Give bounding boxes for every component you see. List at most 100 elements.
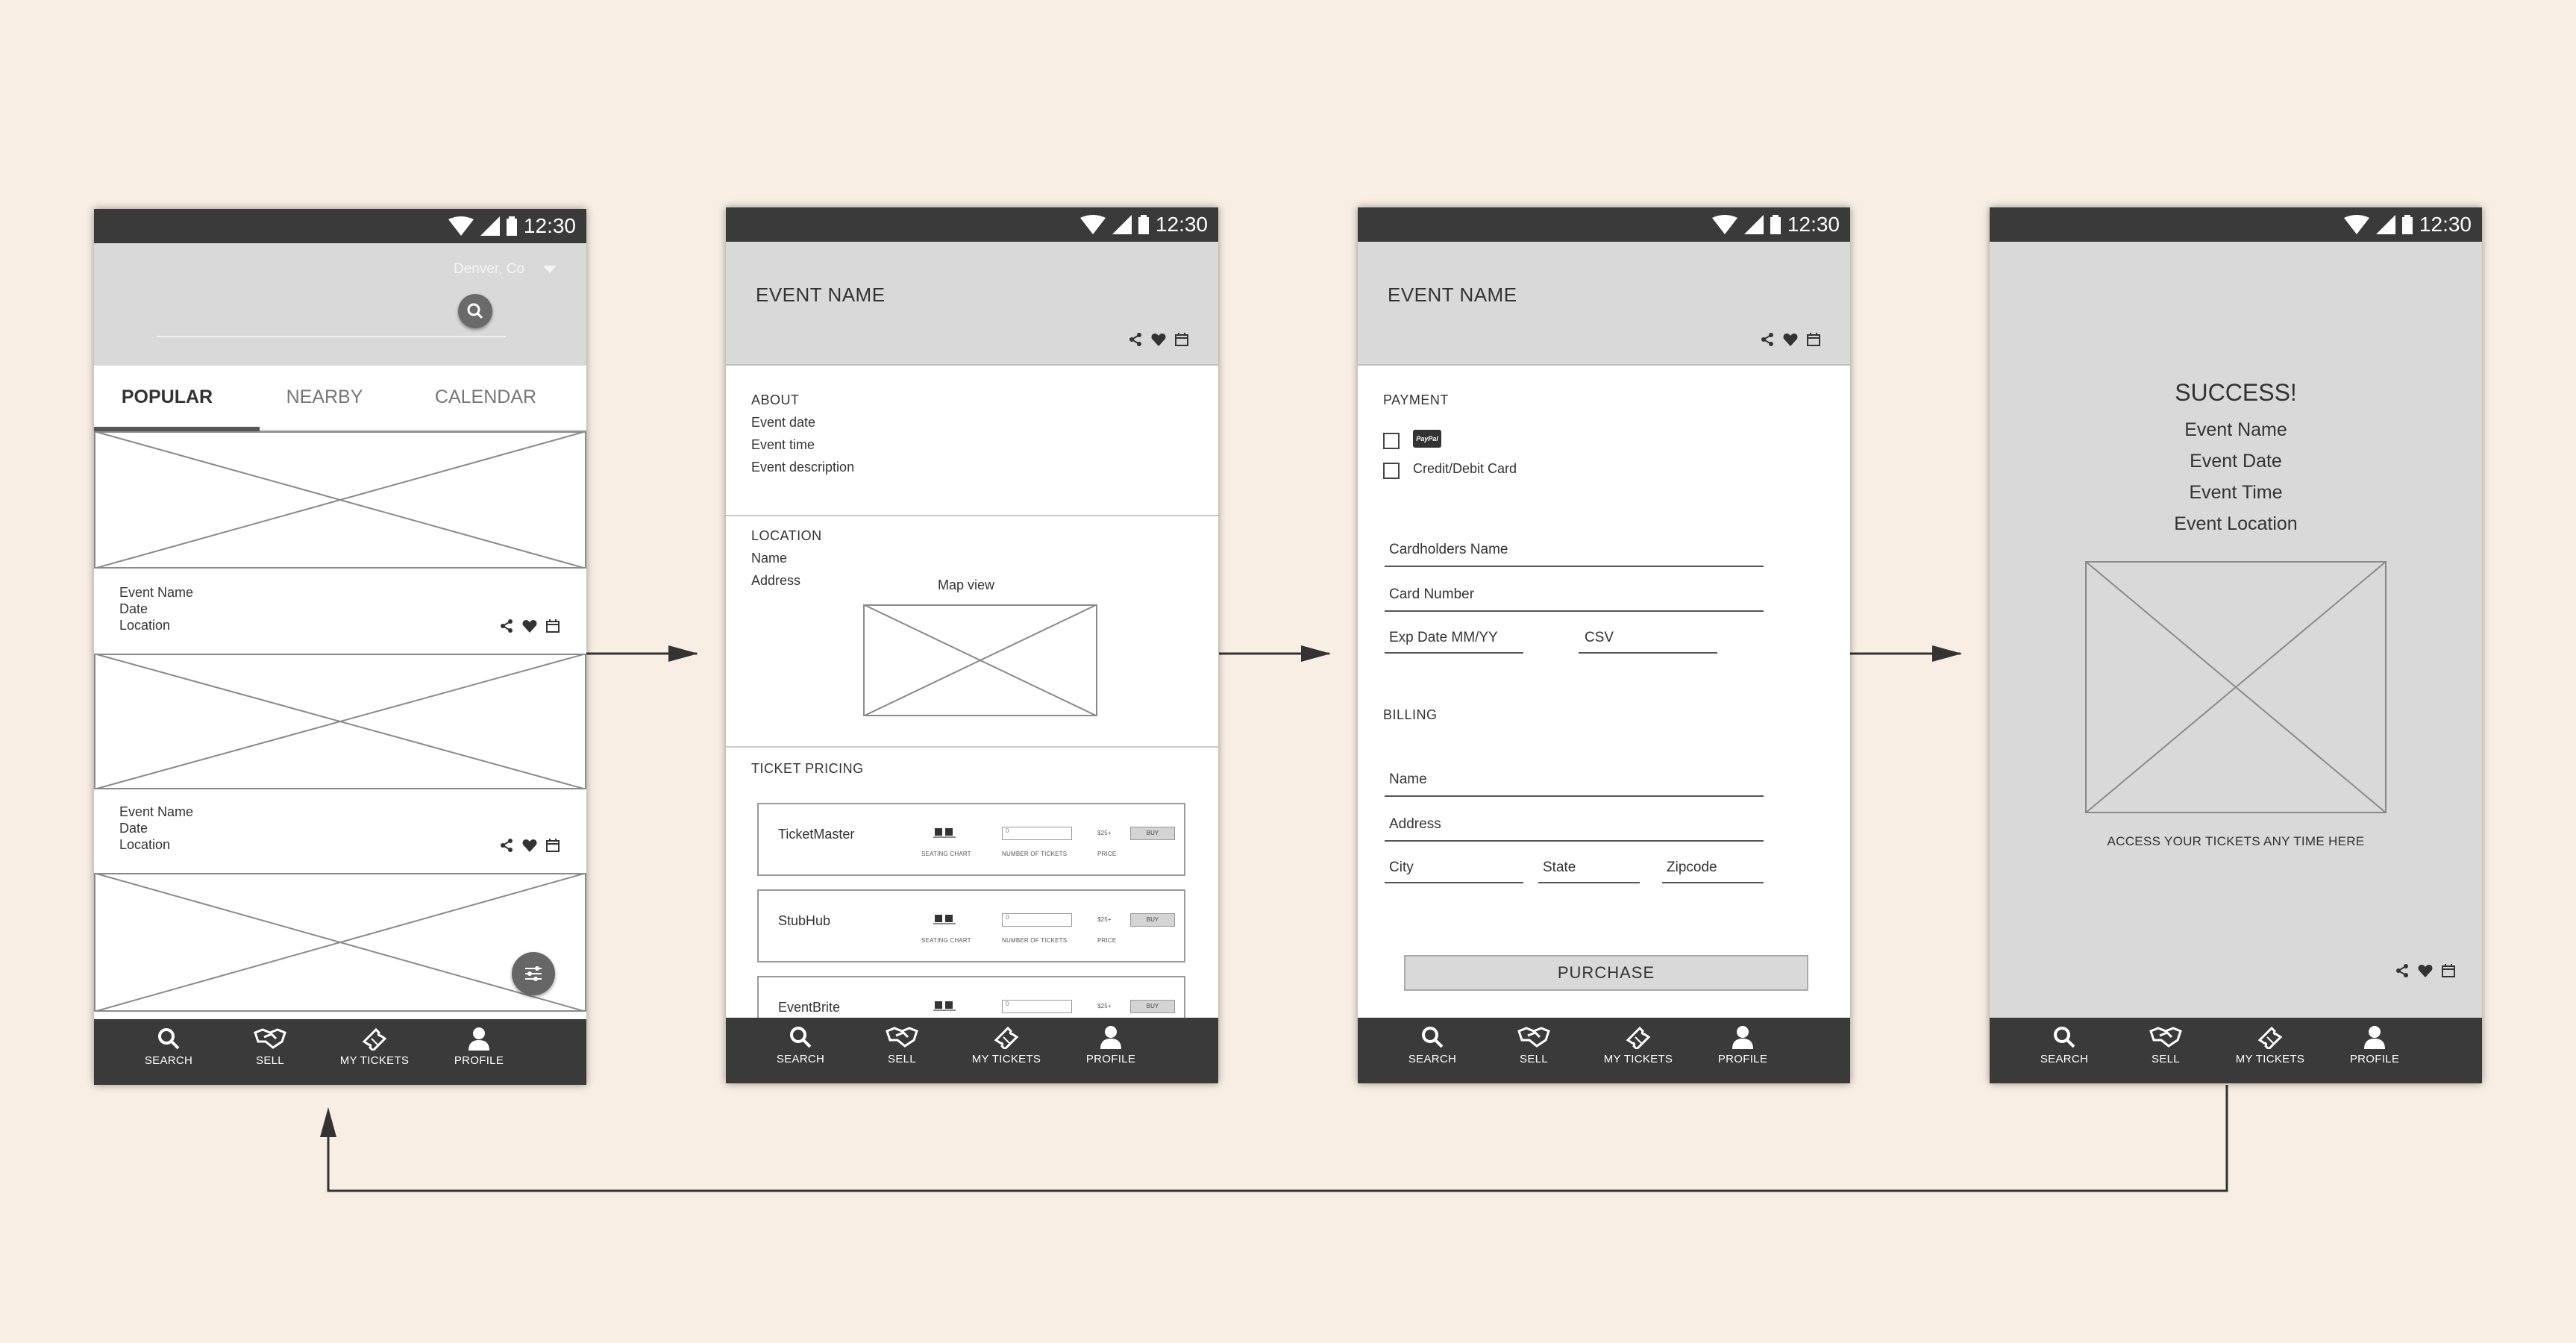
buy-button[interactable]: BUY bbox=[1130, 827, 1175, 840]
nav-profile[interactable]: PROFILE bbox=[1059, 1025, 1163, 1065]
share-icon[interactable] bbox=[2395, 964, 2409, 977]
share-icon[interactable] bbox=[500, 619, 513, 633]
filter-button[interactable] bbox=[512, 952, 555, 995]
ticket-count-input[interactable]: 0 bbox=[1002, 827, 1072, 840]
map-label: Map view bbox=[938, 577, 995, 592]
location-select[interactable]: Denver, Co bbox=[454, 261, 524, 278]
nav-my-tickets[interactable]: MY TICKETS bbox=[2218, 1025, 2322, 1065]
wifi-icon bbox=[448, 216, 474, 236]
field-underline bbox=[1385, 795, 1764, 797]
nav-label: MY TICKETS bbox=[339, 1054, 410, 1067]
access-tickets-link[interactable]: ACCESS YOUR TICKETS ANY TIME HERE bbox=[1990, 834, 2482, 849]
success-title: SUCCESS! bbox=[2175, 379, 2297, 406]
share-icon[interactable] bbox=[1129, 333, 1142, 346]
buy-button[interactable]: BUY bbox=[1130, 1000, 1175, 1013]
card-number-field[interactable]: Card Number bbox=[1389, 586, 1474, 603]
buy-button[interactable]: BUY bbox=[1130, 913, 1175, 927]
billing-name-field[interactable]: Name bbox=[1389, 771, 1427, 788]
nav-profile[interactable]: PROFILE bbox=[1690, 1025, 1795, 1065]
search-button[interactable] bbox=[458, 294, 492, 328]
share-icon[interactable] bbox=[500, 839, 513, 852]
nav-search[interactable]: SEARCH bbox=[116, 1027, 221, 1067]
nav-my-tickets[interactable]: MY TICKETS bbox=[322, 1027, 427, 1067]
about-line: Event time bbox=[751, 437, 815, 452]
seller-name: StubHub bbox=[778, 913, 831, 928]
tab-bar: POPULAR NEARBY CALENDAR bbox=[94, 366, 586, 431]
nav-my-tickets[interactable]: MY TICKETS bbox=[954, 1025, 1059, 1065]
calendar-icon[interactable] bbox=[1175, 333, 1188, 346]
billing-address-field[interactable]: Address bbox=[1389, 816, 1441, 833]
chevron-down-icon[interactable] bbox=[543, 266, 557, 275]
billing-state-field[interactable]: State bbox=[1543, 860, 1576, 876]
billing-city-field[interactable]: City bbox=[1389, 860, 1414, 876]
arrow-4-to-1-head bbox=[320, 1107, 336, 1137]
event-image-placeholder bbox=[94, 654, 586, 789]
count-value: 0 bbox=[1006, 827, 1009, 834]
calendar-icon[interactable] bbox=[546, 619, 560, 633]
seat-icon bbox=[933, 828, 956, 838]
billing-zipcode-field[interactable]: Zipcode bbox=[1667, 860, 1717, 876]
tab-calendar[interactable]: CALENDAR bbox=[430, 366, 542, 428]
nav-my-tickets[interactable]: MY TICKETS bbox=[1586, 1025, 1690, 1065]
count-value: 0 bbox=[1006, 914, 1009, 921]
purchase-button[interactable]: PURCHASE bbox=[1404, 955, 1808, 991]
ticket-count-input[interactable]: 0 bbox=[1002, 913, 1072, 927]
divider bbox=[726, 746, 1218, 748]
heart-icon[interactable] bbox=[1783, 333, 1798, 346]
about-heading: ABOUT bbox=[751, 392, 800, 407]
nav-sell[interactable]: SELL bbox=[2113, 1025, 2218, 1065]
event-image-placeholder bbox=[94, 431, 586, 569]
nav-sell[interactable]: SELL bbox=[1482, 1025, 1586, 1065]
search-input[interactable] bbox=[157, 336, 506, 337]
nav-profile[interactable]: PROFILE bbox=[427, 1027, 531, 1067]
tab-popular[interactable]: POPULAR bbox=[94, 366, 240, 428]
screen-browse: 12:30 Denver, Co POPULAR NEARBY CALENDAR… bbox=[94, 209, 586, 1085]
handshake-icon bbox=[1517, 1027, 1550, 1048]
calendar-icon[interactable] bbox=[2442, 964, 2455, 977]
wifi-icon bbox=[2343, 215, 2369, 234]
search-icon bbox=[158, 1028, 180, 1050]
screen-event-details: 12:30 EVENT NAME ABOUT Event date Event … bbox=[726, 207, 1218, 1083]
nav-sell[interactable]: SELL bbox=[218, 1027, 322, 1067]
exp-date-field[interactable]: Exp Date MM/YY bbox=[1389, 630, 1498, 646]
location-line: Address bbox=[751, 573, 801, 588]
seat-icon bbox=[933, 1001, 956, 1011]
nav-search[interactable]: SEARCH bbox=[748, 1025, 853, 1065]
heart-icon[interactable] bbox=[522, 839, 537, 852]
csv-field[interactable]: CSV bbox=[1585, 630, 1614, 646]
seating-label: SEATING CHART bbox=[921, 851, 971, 857]
share-icon[interactable] bbox=[1761, 333, 1774, 346]
search-icon bbox=[467, 303, 483, 319]
credit-card-checkbox[interactable] bbox=[1383, 463, 1400, 479]
ticket-image-placeholder[interactable] bbox=[2085, 561, 2387, 813]
heart-icon[interactable] bbox=[522, 619, 537, 633]
nav-label: SEARCH bbox=[2040, 1053, 2089, 1065]
nav-search[interactable]: SEARCH bbox=[2012, 1025, 2116, 1065]
calendar-icon[interactable] bbox=[546, 839, 560, 852]
cardholder-name-field[interactable]: Cardholders Name bbox=[1389, 542, 1508, 558]
price-card-stubhub[interactable]: StubHub SEATING CHART 0 NUMBER OF TICKET… bbox=[757, 889, 1185, 962]
price-label: PRICE bbox=[1097, 937, 1117, 944]
price-card-ticketmaster[interactable]: TicketMaster SEATING CHART 0 NUMBER OF T… bbox=[757, 803, 1185, 876]
tab-nearby[interactable]: NEARBY bbox=[269, 366, 380, 428]
handshake-icon bbox=[886, 1027, 918, 1048]
heart-icon[interactable] bbox=[2418, 964, 2433, 977]
nav-profile[interactable]: PROFILE bbox=[2322, 1025, 2427, 1065]
ticket-icon bbox=[362, 1027, 387, 1051]
nav-sell[interactable]: SELL bbox=[850, 1025, 954, 1065]
event-card[interactable]: Event Name Date Location bbox=[94, 570, 586, 652]
calendar-icon[interactable] bbox=[1807, 333, 1820, 346]
map-placeholder[interactable] bbox=[863, 604, 1097, 716]
paypal-checkbox[interactable] bbox=[1383, 433, 1400, 449]
price-label: PRICE bbox=[1097, 851, 1117, 857]
heart-icon[interactable] bbox=[1151, 333, 1166, 346]
nav-label: MY TICKETS bbox=[1603, 1053, 1673, 1065]
event-name: Event Name bbox=[119, 585, 194, 600]
paypal-logo: PayPal bbox=[1413, 430, 1441, 448]
battery-icon bbox=[1770, 215, 1781, 234]
handshake-icon bbox=[254, 1028, 286, 1049]
ticket-count-input[interactable]: 0 bbox=[1002, 1000, 1072, 1013]
nav-search[interactable]: SEARCH bbox=[1380, 1025, 1485, 1065]
signal-icon bbox=[2375, 215, 2395, 234]
event-card[interactable]: Event Name Date Location bbox=[94, 791, 586, 871]
